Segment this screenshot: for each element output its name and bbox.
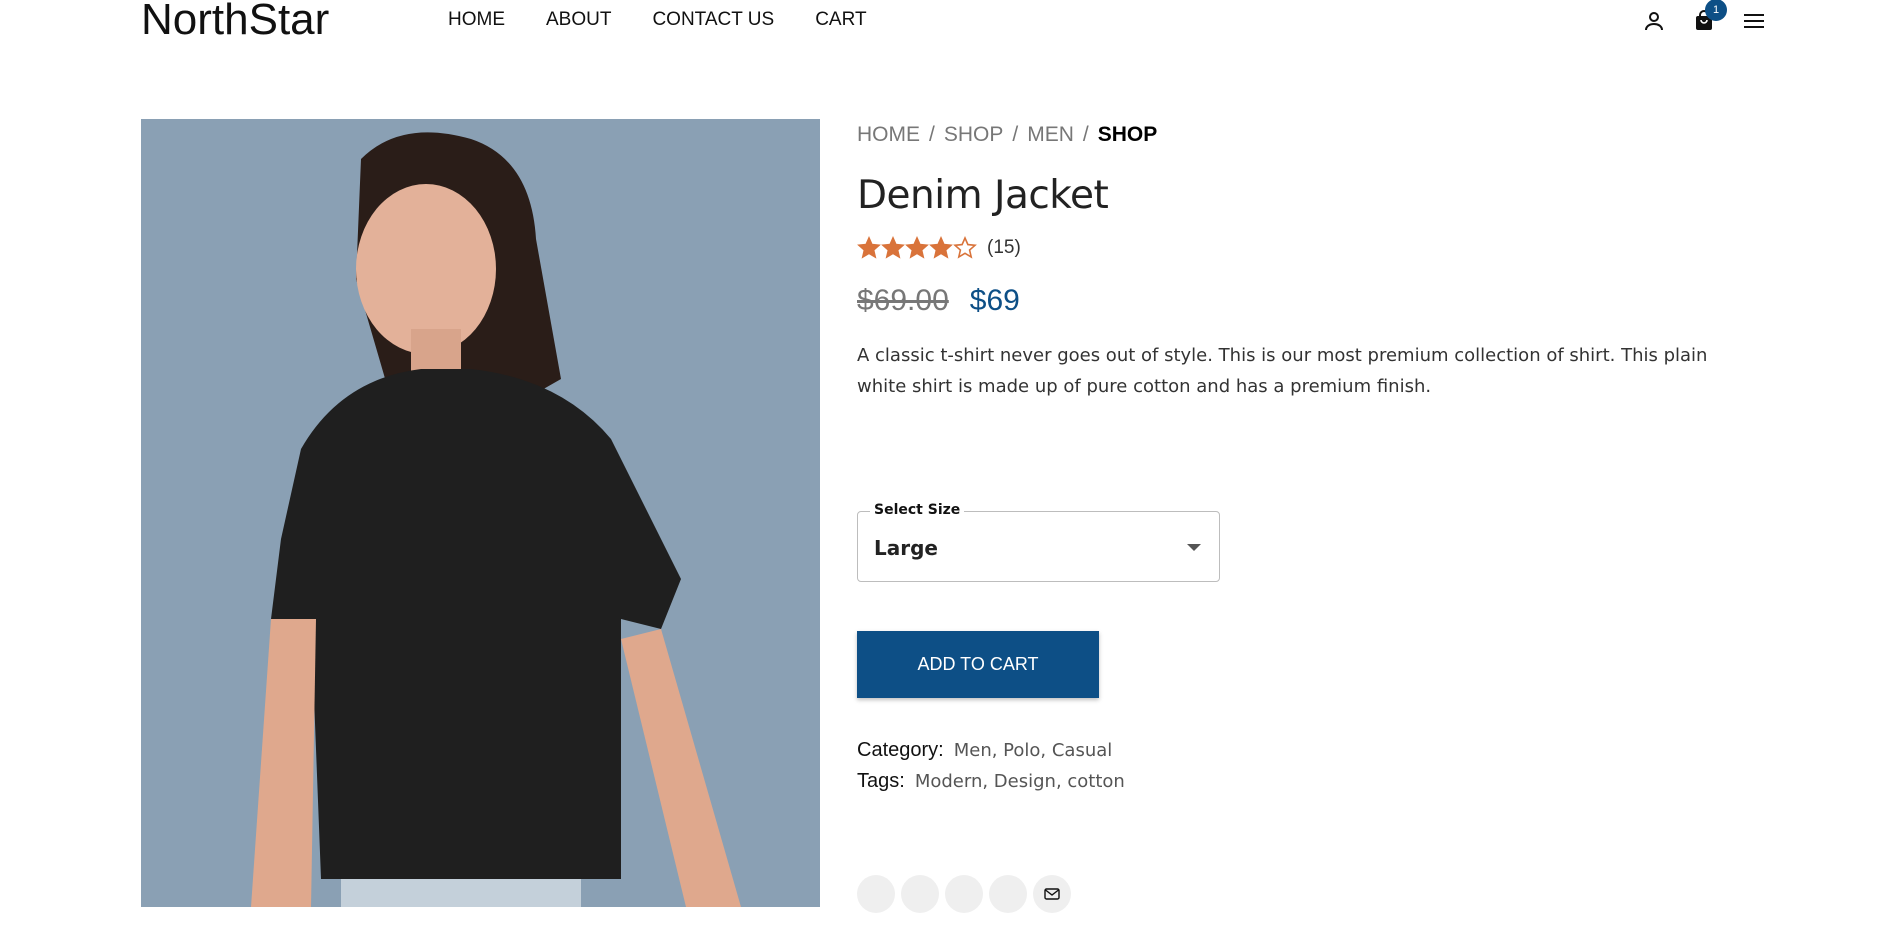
breadcrumb-shop[interactable]: SHOP: [944, 123, 1004, 147]
email-icon[interactable]: [1033, 875, 1071, 913]
tags-row: Tags: Modern, Design, cotton: [857, 766, 1125, 797]
breadcrumb-separator: /: [1012, 123, 1019, 146]
product-rating: (15): [857, 236, 1757, 260]
tags-values[interactable]: Modern, Design, cotton: [915, 766, 1125, 797]
product-details: HOME / SHOP / MEN / SHOP Denim Jacket (1…: [857, 119, 1757, 913]
size-select-value: Large: [874, 536, 938, 560]
logo[interactable]: NorthStar: [141, 0, 329, 46]
nav-contact[interactable]: CONTACT US: [652, 8, 774, 32]
menu-icon[interactable]: [1740, 7, 1768, 35]
category-label: Category:: [857, 739, 944, 761]
tags-label: Tags:: [857, 770, 905, 792]
breadcrumb-men[interactable]: MEN: [1027, 123, 1074, 147]
price-block: $69.00 $69: [857, 284, 1757, 318]
category-values[interactable]: Men, Polo, Casual: [954, 735, 1113, 766]
breadcrumb-separator: /: [929, 123, 935, 146]
breadcrumb-home[interactable]: HOME: [857, 123, 920, 147]
star-filled-icon: [881, 236, 905, 259]
header-actions: 1: [1640, 0, 1790, 35]
cart-count-badge: 1: [1705, 0, 1727, 21]
breadcrumb-current: SHOP: [1097, 123, 1158, 146]
chevron-down-icon: [1187, 544, 1201, 551]
product-meta: Category: Men, Polo, Casual Tags: Modern…: [857, 735, 1125, 797]
rating-count[interactable]: (15): [987, 237, 1021, 259]
size-select-label: Select Size: [870, 502, 965, 518]
star-filled-icon: [857, 236, 881, 259]
share-icon[interactable]: [857, 875, 895, 913]
add-to-cart-button[interactable]: ADD TO CART: [857, 631, 1099, 698]
star-filled-icon: [905, 236, 929, 259]
rating-stars: [857, 236, 977, 260]
shopping-bag-icon[interactable]: 1: [1690, 0, 1727, 35]
breadcrumb-separator: /: [1082, 123, 1089, 146]
product-image: [141, 119, 820, 907]
category-row: Category: Men, Polo, Casual: [857, 735, 1125, 766]
star-empty-icon: [953, 236, 977, 259]
product-description: A classic t-shirt never goes out of styl…: [857, 345, 1708, 397]
nav-about[interactable]: ABOUT: [546, 8, 611, 32]
old-price: $69.00: [857, 284, 949, 317]
current-price: $69: [969, 284, 1020, 317]
share-icon[interactable]: [945, 875, 983, 913]
nav-home[interactable]: HOME: [448, 8, 505, 32]
main-nav: HOME ABOUT CONTACT US CART: [448, 8, 908, 32]
nav-cart[interactable]: CART: [815, 8, 866, 32]
user-icon[interactable]: [1640, 7, 1668, 35]
share-icon[interactable]: [901, 875, 939, 913]
share-icon[interactable]: [989, 875, 1027, 913]
breadcrumb: HOME / SHOP / MEN / SHOP: [857, 123, 1757, 147]
star-filled-icon: [929, 236, 953, 259]
share-links: [857, 875, 1077, 913]
size-select[interactable]: Select Size Large: [857, 502, 1220, 582]
product-title: Denim Jacket: [857, 173, 1109, 218]
